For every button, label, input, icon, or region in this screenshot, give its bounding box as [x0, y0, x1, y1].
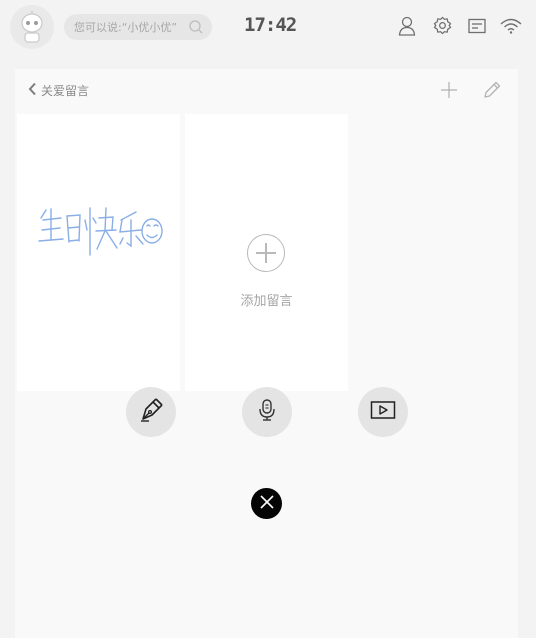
add-message-card[interactable]: 添加留言: [185, 114, 348, 391]
add-icon[interactable]: [439, 80, 459, 104]
close-icon: [259, 494, 275, 514]
robot-avatar-icon[interactable]: [10, 5, 54, 49]
write-message-button[interactable]: [126, 387, 176, 437]
add-circle-icon[interactable]: [247, 234, 285, 272]
wifi-icon: [500, 18, 522, 38]
close-button[interactable]: [251, 488, 282, 519]
back-button[interactable]: 关爱留言: [28, 82, 89, 99]
search-icon[interactable]: [188, 19, 204, 39]
pen-icon: [137, 396, 165, 428]
handwritten-message-image: [38, 207, 163, 256]
message-card[interactable]: [17, 114, 180, 391]
gear-icon[interactable]: [433, 16, 452, 39]
message-icon[interactable]: [468, 18, 486, 38]
chevron-left-icon: [28, 82, 37, 99]
video-message-button[interactable]: [358, 387, 408, 437]
page-title: 关爱留言: [41, 84, 90, 98]
user-icon[interactable]: [398, 16, 416, 40]
video-icon: [370, 400, 396, 424]
microphone-icon: [256, 398, 278, 426]
status-bar: 您可以说:“小优小优” 17:42: [0, 0, 536, 56]
add-message-label: 添加留言: [240, 294, 293, 309]
voice-search-bar[interactable]: 您可以说:“小优小优”: [64, 14, 212, 40]
clock-time: 17:42: [244, 14, 297, 36]
edit-icon[interactable]: [482, 80, 502, 104]
voice-message-button[interactable]: [242, 387, 292, 437]
search-placeholder: 您可以说:“小优小优”: [74, 21, 178, 34]
